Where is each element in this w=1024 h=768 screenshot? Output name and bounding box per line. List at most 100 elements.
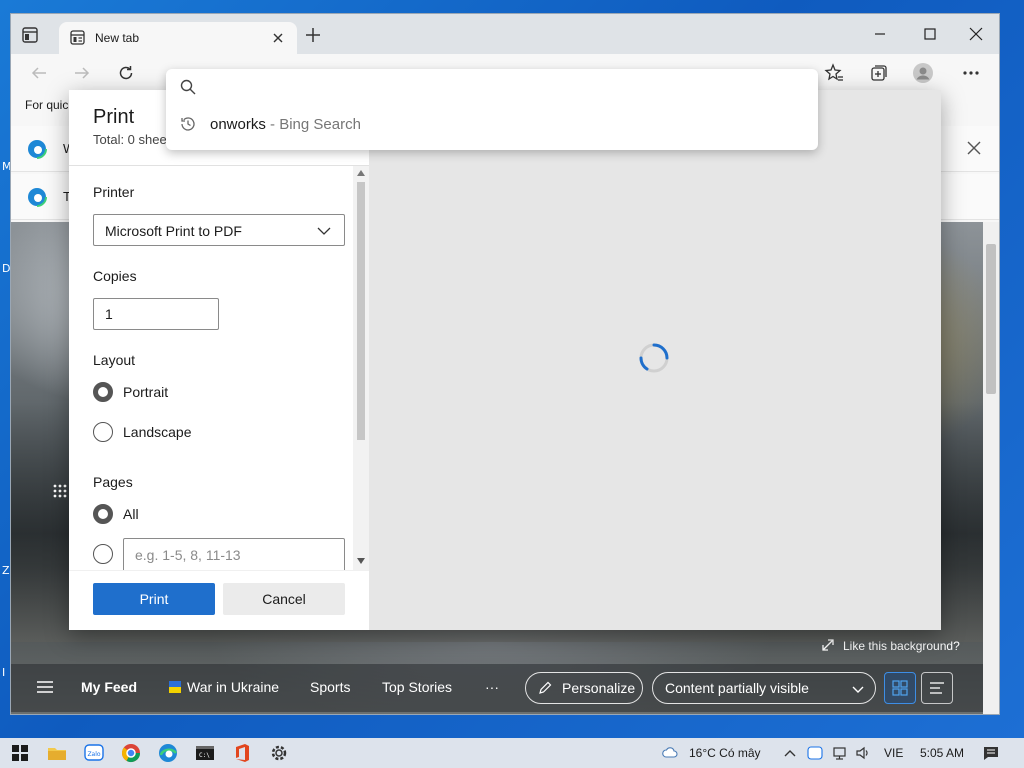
suggestion-query: onworks (210, 116, 266, 133)
settings-gear-icon[interactable] (269, 743, 289, 763)
printer-value: Microsoft Print to PDF (105, 223, 242, 239)
new-tab-plus-icon[interactable] (305, 27, 321, 43)
list-icon (930, 682, 944, 694)
tab-new-tab[interactable]: New tab (59, 22, 297, 54)
more-options-icon[interactable] (961, 63, 981, 83)
print-dialog-footer: Print Cancel (69, 570, 369, 630)
like-background-link[interactable]: Like this background? (821, 638, 960, 653)
personalize-label: Personalize (562, 680, 636, 696)
cancel-button[interactable]: Cancel (223, 583, 345, 615)
edge-logo-icon (27, 139, 47, 159)
print-preview-area (369, 90, 941, 630)
print-dialog-title: Print (93, 106, 135, 128)
tab-title: New tab (95, 31, 140, 45)
like-background-text: Like this background? (843, 639, 960, 653)
office-icon[interactable] (232, 743, 252, 763)
loading-spinner-icon (639, 343, 669, 373)
feed-tab-sports[interactable]: Sports (310, 679, 350, 695)
chevron-down-icon (852, 686, 864, 693)
profile-avatar-icon[interactable] (913, 63, 933, 83)
feed-tab-top-stories[interactable]: Top Stories (382, 679, 452, 695)
chevron-down-icon (317, 227, 331, 235)
zalo-icon[interactable]: Zalo (84, 743, 104, 763)
pages-all-radio[interactable] (93, 504, 113, 524)
landscape-label: Landscape (123, 424, 192, 440)
landscape-radio[interactable] (93, 422, 113, 442)
pages-range-input[interactable] (123, 538, 345, 570)
feed-nav-bar: My Feed War in Ukraine Sports Top Storie… (11, 664, 983, 712)
new-tab-page-icon (70, 30, 85, 45)
settings-scrollbar[interactable] (353, 166, 369, 570)
search-suggestion-item[interactable]: onworks - Bing Search (166, 107, 818, 143)
desktop-icon-label: Z (2, 564, 10, 577)
svg-text:C:\: C:\ (199, 752, 210, 759)
tab-actions-icon[interactable] (21, 26, 39, 44)
feed-tab-war-in-ukraine[interactable]: War in Ukraine (169, 679, 279, 695)
grid-icon (892, 680, 908, 696)
close-tab-icon[interactable] (271, 31, 285, 45)
window-close-icon[interactable] (953, 20, 999, 48)
settings-scrollbar-thumb[interactable] (357, 182, 365, 440)
address-bar-input[interactable] (206, 73, 796, 101)
content-visibility-dropdown[interactable]: Content partially visible (652, 672, 876, 704)
layout-label: Layout (93, 352, 136, 368)
dismiss-notification-icon[interactable] (967, 141, 981, 155)
zalo-tray-icon[interactable] (807, 745, 823, 761)
edge-icon[interactable] (158, 743, 178, 763)
scroll-up-icon[interactable] (357, 170, 365, 176)
edge-logo-icon (27, 187, 47, 207)
page-scrollbar[interactable] (983, 222, 999, 714)
feed-tab-my-feed[interactable]: My Feed (81, 679, 137, 695)
tab-strip: New tab (11, 14, 999, 54)
address-bar-dropdown: onworks - Bing Search (166, 69, 818, 150)
printer-select[interactable]: Microsoft Print to PDF (93, 214, 345, 246)
favorites-star-icon[interactable] (824, 63, 844, 83)
chrome-icon[interactable] (121, 743, 141, 763)
desktop-icon-label: D (2, 262, 11, 275)
list-view-button[interactable] (921, 672, 953, 704)
personalize-button[interactable]: Personalize (525, 672, 643, 704)
suggestion-separator: - (265, 116, 280, 133)
forward-arrow-icon[interactable] (73, 64, 91, 82)
network-icon[interactable] (832, 745, 848, 761)
taskbar: Zalo C:\ 16°C Có mây VIE 5:05 AM (0, 738, 1024, 768)
clock-time[interactable]: 5:05 AM (920, 746, 964, 760)
weather-cloud-icon[interactable] (662, 745, 678, 761)
content-visibility-label: Content partially visible (665, 680, 809, 696)
grid-view-button[interactable] (884, 672, 916, 704)
scroll-down-icon[interactable] (357, 558, 365, 564)
copies-input[interactable] (93, 298, 219, 330)
input-language[interactable]: VIE (884, 746, 903, 760)
minimize-icon[interactable] (857, 20, 903, 48)
back-arrow-icon[interactable] (30, 64, 48, 82)
scrollbar-thumb[interactable] (986, 244, 996, 394)
pencil-icon (539, 681, 552, 694)
print-settings-body: Printer Microsoft Print to PDF Copies La… (69, 166, 353, 570)
weather-text[interactable]: 16°C Có mây (689, 746, 761, 760)
suggestion-source: Bing Search (279, 116, 361, 133)
refresh-icon[interactable] (117, 64, 135, 82)
copies-label: Copies (93, 268, 137, 284)
search-icon (180, 79, 196, 95)
pages-label: Pages (93, 474, 133, 490)
feed-more-button[interactable]: ··· (485, 679, 499, 695)
portrait-label: Portrait (123, 384, 169, 400)
collections-icon[interactable] (869, 63, 889, 83)
volume-icon[interactable] (855, 745, 871, 761)
expand-icon (822, 639, 834, 651)
feed-tab-label: War in Ukraine (187, 679, 280, 695)
print-button[interactable]: Print (93, 583, 215, 615)
chevron-up-icon[interactable] (782, 745, 798, 761)
desktop-icon-label: I (2, 666, 6, 679)
pages-custom-radio[interactable] (93, 544, 113, 564)
windows-start-icon[interactable] (10, 743, 30, 763)
app-launcher-icon[interactable] (53, 484, 67, 498)
hamburger-menu-icon[interactable] (37, 680, 53, 694)
portrait-radio[interactable] (93, 382, 113, 402)
printer-label: Printer (93, 184, 135, 200)
maximize-icon[interactable] (907, 20, 953, 48)
terminal-icon[interactable]: C:\ (195, 743, 215, 763)
print-settings-panel: Print Total: 0 sheets of paper Printer M… (69, 90, 369, 630)
file-explorer-icon[interactable] (47, 743, 67, 763)
notification-center-icon[interactable] (983, 745, 999, 761)
